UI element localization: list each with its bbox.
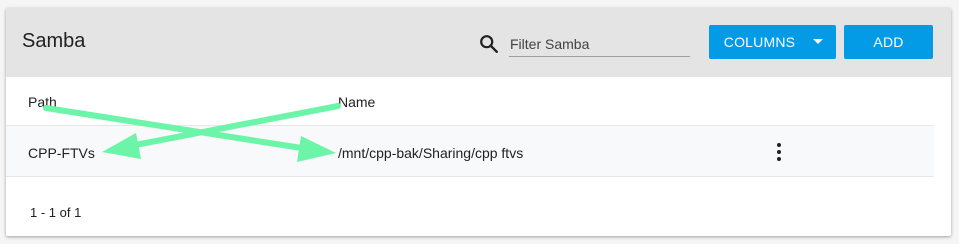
page-title: Samba — [22, 30, 86, 52]
search-icon — [480, 35, 498, 53]
column-header-name[interactable]: Name — [338, 94, 375, 110]
columns-button-label: COLUMNS — [723, 34, 796, 50]
card-header: Samba COLUMNS ADD — [6, 8, 951, 77]
search-input[interactable] — [509, 32, 690, 57]
column-header-path[interactable]: Path — [28, 94, 57, 110]
pagination-info: 1 - 1 of 1 — [30, 205, 82, 220]
more-vert-icon[interactable] — [771, 142, 787, 162]
add-button[interactable]: ADD — [844, 25, 933, 59]
cell-name: /mnt/cpp-bak/Sharing/cpp ftvs — [338, 145, 524, 161]
add-button-label: ADD — [873, 34, 904, 50]
columns-button[interactable]: COLUMNS — [709, 25, 836, 59]
table-row[interactable]: CPP-FTVs /mnt/cpp-bak/Sharing/cpp ftvs — [6, 125, 934, 177]
caret-down-icon — [813, 39, 823, 44]
cell-path: CPP-FTVs — [28, 145, 95, 161]
samba-card: Samba COLUMNS ADD Path Name CPP-FTVs /mn… — [6, 8, 951, 236]
